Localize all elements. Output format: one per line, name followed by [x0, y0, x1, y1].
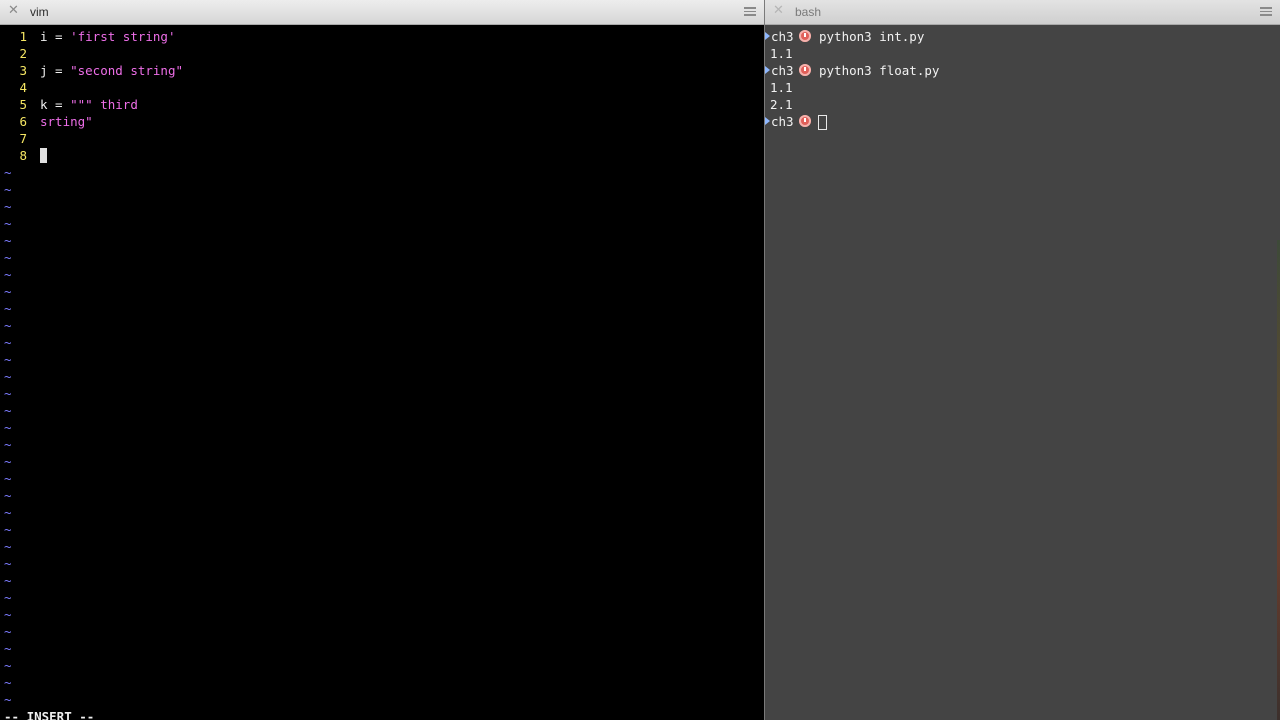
code-line[interactable]: 1 i = 'first string' [0, 28, 760, 45]
tilde-marker: ~ [4, 658, 12, 673]
prompt-arrow-icon [765, 66, 770, 74]
prompt-cwd: ch3 [771, 63, 794, 78]
mode-status: -- INSERT -- [4, 709, 95, 720]
tilde-marker: ~ [4, 369, 12, 384]
output-line: 1.1 [765, 79, 1275, 96]
prompt-line: ch3 python3 int.py [765, 28, 1275, 45]
tilde-marker: ~ [4, 182, 12, 197]
tilde-marker: ~ [4, 607, 12, 622]
prompt-arrow-icon [765, 117, 770, 125]
prompt-cwd: ch3 [771, 29, 794, 44]
command-text: python3 float.py [819, 63, 940, 78]
tilde-marker: ~ [4, 301, 12, 316]
code-text: k = """ third [40, 97, 138, 112]
tilde-marker: ~ [4, 318, 12, 333]
code-text: i = 'first string' [40, 29, 176, 44]
tilde-marker: ~ [4, 165, 12, 180]
line-number: 4 [19, 80, 27, 95]
prompt-arrow-icon [765, 32, 770, 40]
line-number: 3 [19, 63, 27, 78]
bash-pane[interactable]: ✕ bash ch3 python3 int.py 1.1 ch3 python3 fl… [765, 0, 1280, 720]
tilde-marker: ~ [4, 199, 12, 214]
tilde-marker: ~ [4, 420, 12, 435]
text-cursor [40, 148, 47, 163]
alarm-clock-icon [799, 30, 811, 42]
tilde-marker: ~ [4, 692, 12, 707]
tilde-marker: ~ [4, 488, 12, 503]
prompt-line: ch3 [765, 113, 1275, 130]
output-text: 1.1 [770, 46, 793, 61]
output-line: 2.1 [765, 96, 1275, 113]
tilde-marker: ~ [4, 675, 12, 690]
tilde-marker: ~ [4, 216, 12, 231]
code-line[interactable]: 6 srting" [0, 113, 760, 130]
tilde-marker: ~ [4, 250, 12, 265]
code-line[interactable]: 8 [0, 147, 760, 164]
tilde-marker: ~ [4, 233, 12, 248]
tab-title: vim [30, 5, 49, 19]
line-number: 5 [19, 97, 27, 112]
tilde-marker: ~ [4, 556, 12, 571]
prompt-cwd: ch3 [771, 114, 794, 129]
tilde-marker: ~ [4, 335, 12, 350]
bash-tab[interactable]: ✕ bash [765, 0, 1280, 25]
code-line[interactable]: 5 k = """ third [0, 96, 760, 113]
tab-title: bash [795, 5, 822, 19]
code-line[interactable]: 4 [0, 79, 760, 96]
line-number: 2 [19, 46, 27, 61]
vim-tab[interactable]: ✕ vim [0, 0, 764, 25]
code-text: j = "second string" [40, 63, 183, 78]
tilde-marker: ~ [4, 267, 12, 282]
output-line: 1.1 [765, 45, 1275, 62]
output-text: 1.1 [770, 80, 793, 95]
output-text: 2.1 [770, 97, 793, 112]
tilde-marker: ~ [4, 454, 12, 469]
command-text: python3 int.py [819, 29, 925, 44]
line-number: 8 [19, 148, 27, 163]
tilde-marker: ~ [4, 505, 12, 520]
tilde-marker: ~ [4, 624, 12, 639]
alarm-clock-icon [799, 64, 811, 76]
tilde-marker: ~ [4, 437, 12, 452]
line-number: 1 [19, 29, 27, 44]
tilde-marker: ~ [4, 590, 12, 605]
alarm-clock-icon [799, 115, 811, 127]
tilde-marker: ~ [4, 471, 12, 486]
menu-icon[interactable] [1260, 7, 1272, 16]
close-icon[interactable]: ✕ [773, 4, 785, 18]
close-icon[interactable]: ✕ [8, 4, 20, 18]
code-line[interactable]: 2 [0, 45, 760, 62]
terminal-cursor [818, 115, 827, 130]
prompt-line: ch3 python3 float.py [765, 62, 1275, 79]
tilde-marker: ~ [4, 641, 12, 656]
code-text: srting" [40, 114, 93, 129]
line-number: 6 [19, 114, 27, 129]
code-text [40, 147, 47, 164]
code-line[interactable]: 3 j = "second string" [0, 62, 760, 79]
tilde-marker: ~ [4, 539, 12, 554]
tilde-marker: ~ [4, 284, 12, 299]
tilde-marker: ~ [4, 352, 12, 367]
code-line[interactable]: 7 [0, 130, 760, 147]
tilde-marker: ~ [4, 386, 12, 401]
tilde-marker: ~ [4, 573, 12, 588]
tilde-marker: ~ [4, 522, 12, 537]
vim-pane[interactable]: ✕ vim 1 i = 'first string' 2 3 j = "second s… [0, 0, 764, 720]
tilde-marker: ~ [4, 403, 12, 418]
menu-icon[interactable] [744, 7, 756, 16]
line-number: 7 [19, 131, 27, 146]
